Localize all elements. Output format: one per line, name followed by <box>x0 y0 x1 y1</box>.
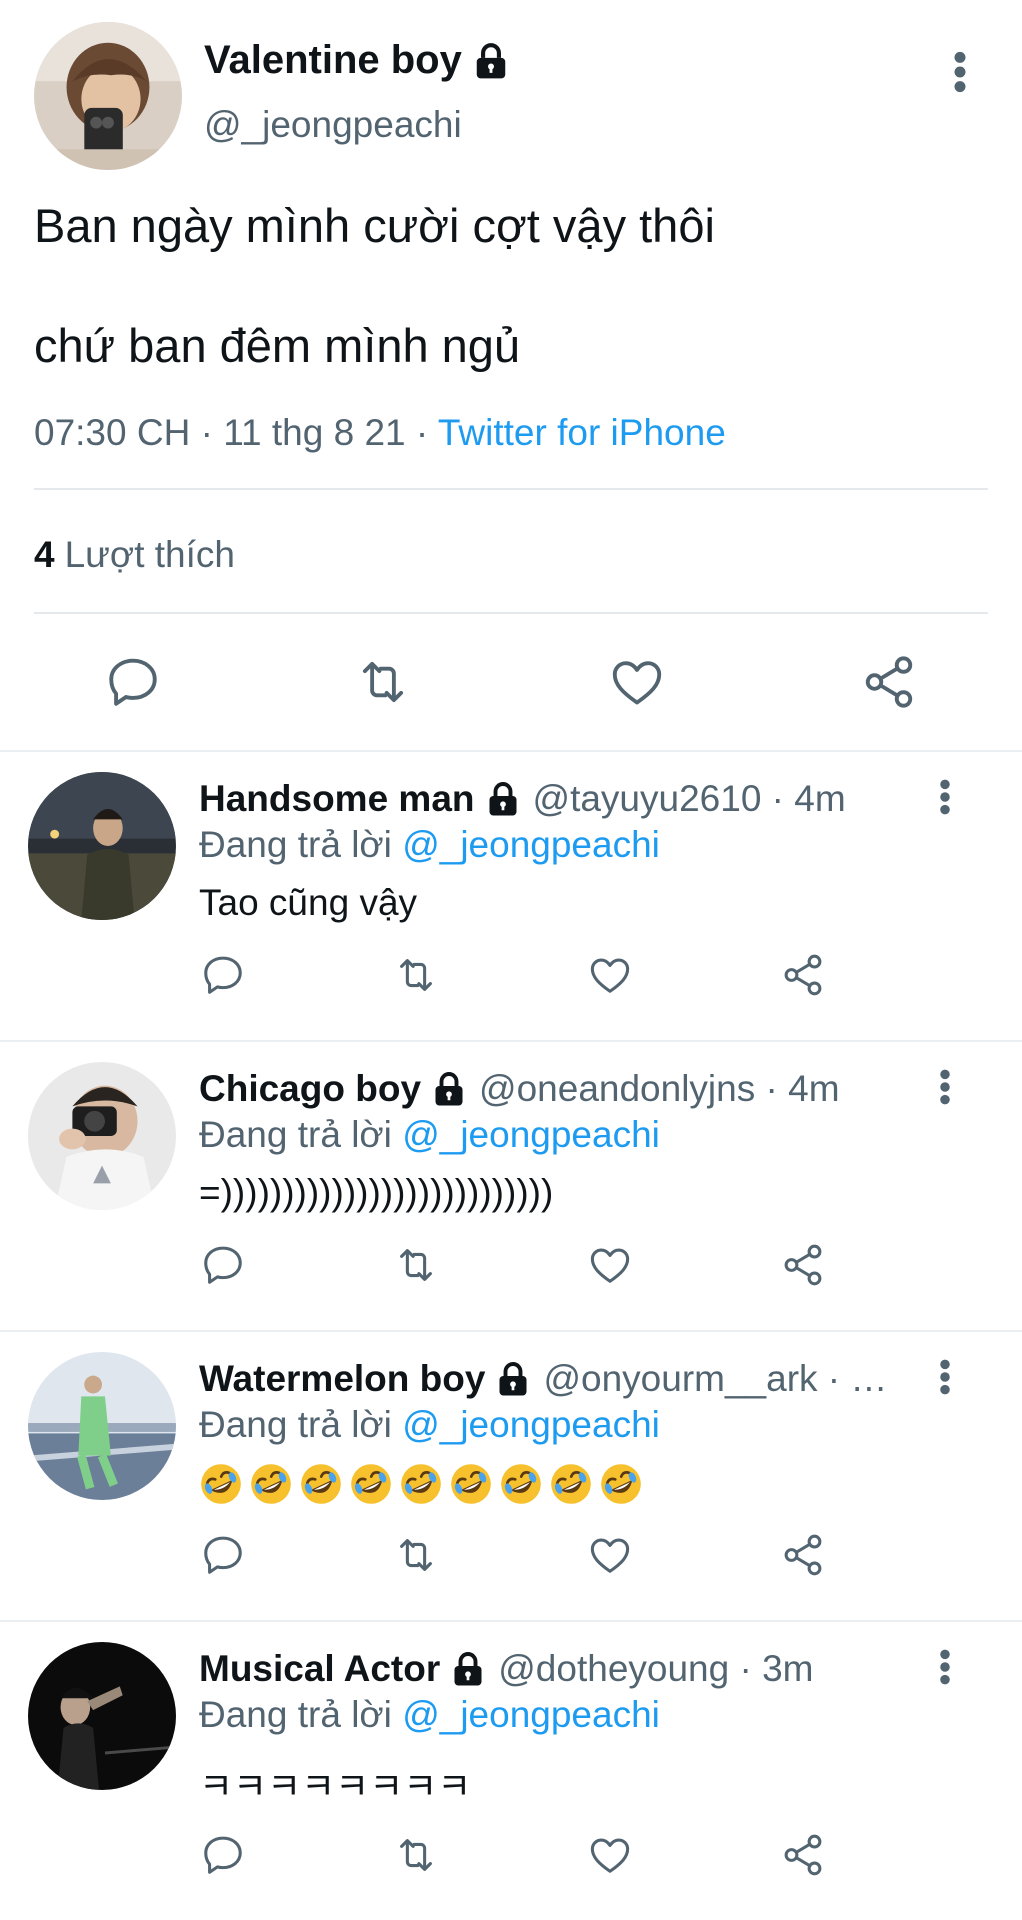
replying-label: Đang trả lời <box>199 1114 392 1155</box>
reply-text: ㅋㅋㅋㅋㅋㅋㅋㅋ <box>199 1765 472 1808</box>
lock-icon <box>431 1071 467 1107</box>
reply-icon[interactable] <box>104 653 162 711</box>
likes-count: 4 <box>34 534 55 575</box>
author-handle: @_jeongpeachi <box>204 104 462 145</box>
more-options-icon[interactable] <box>938 1648 952 1686</box>
lock-icon <box>495 1361 531 1397</box>
replying-label: Đang trả lời <box>199 1404 392 1445</box>
tweet-text-line-1: Ban ngày mình cười cợt vậy thôi <box>34 199 715 252</box>
rolling-laughing-emoji <box>199 1462 243 1506</box>
reply-avatar[interactable] <box>28 1352 176 1500</box>
reply-author-name[interactable]: Chicago boy <box>199 1068 421 1110</box>
more-options-icon[interactable] <box>938 1358 952 1396</box>
author-name: Valentine boy <box>204 38 462 82</box>
rolling-laughing-emoji <box>599 1462 643 1506</box>
retweet-icon[interactable] <box>393 952 439 998</box>
more-options-icon[interactable] <box>952 50 968 94</box>
replying-to: Đang trả lời @_jeongpeachi <box>199 1404 660 1446</box>
likes-label: Lượt thích <box>64 534 235 575</box>
reply-tweet[interactable]: Handsome man @tayuyu2610 · 4m Đang trả l… <box>0 752 1022 1042</box>
rolling-laughing-emoji <box>249 1462 293 1506</box>
more-options-icon[interactable] <box>938 1068 952 1106</box>
reply-tweet[interactable]: Musical Actor @dotheyoung · 3m Đang trả … <box>0 1622 1022 1912</box>
reply-icon[interactable] <box>200 1242 246 1288</box>
reply-icon[interactable] <box>200 1532 246 1578</box>
likes-summary[interactable]: 4 Lượt thích <box>34 534 235 576</box>
like-icon[interactable] <box>608 653 666 711</box>
more-options-icon[interactable] <box>938 778 952 816</box>
reply-header: Chicago boy @oneandonlyjns · 4m <box>199 1068 899 1110</box>
reply-handle-time: @onyourm__ark · … <box>543 1358 888 1399</box>
tweet-meta: 07:30 CH · 11 thg 8 21 · Twitter for iPh… <box>34 412 726 454</box>
share-icon[interactable] <box>780 1832 826 1878</box>
reply-icon[interactable] <box>200 1832 246 1878</box>
tweet-source-link[interactable]: Twitter for iPhone <box>438 412 726 453</box>
lock-icon <box>485 781 521 817</box>
author-avatar[interactable] <box>34 22 182 170</box>
rolling-laughing-emoji <box>399 1462 443 1506</box>
main-tweet: Valentine boy @_jeongpeachi Ban ngày mìn… <box>0 0 1022 752</box>
like-icon[interactable] <box>587 1832 633 1878</box>
reply-header: Watermelon boy @onyourm__ark · … <box>199 1358 899 1400</box>
meta-separator: · <box>415 412 429 453</box>
like-icon[interactable] <box>587 1532 633 1578</box>
like-icon[interactable] <box>587 952 633 998</box>
tweet-text-line-2: chứ ban đêm mình ngủ <box>34 319 521 372</box>
replying-to: Đang trả lời @_jeongpeachi <box>199 1694 660 1736</box>
divider <box>34 612 988 614</box>
retweet-icon[interactable] <box>393 1832 439 1878</box>
mention-link[interactable]: @_jeongpeachi <box>402 1694 660 1735</box>
reply-tweet[interactable]: Chicago boy @oneandonlyjns · 4m Đang trả… <box>0 1042 1022 1332</box>
reply-text: =))))))))))))))))))))))))))) <box>199 1172 554 1213</box>
author-name-row[interactable]: Valentine boy <box>204 38 510 83</box>
replying-label: Đang trả lời <box>199 1694 392 1735</box>
tweet-date: 11 thg 8 21 <box>223 412 406 453</box>
lock-icon <box>472 42 510 80</box>
meta-separator: · <box>200 412 213 453</box>
share-icon[interactable] <box>860 653 918 711</box>
reply-avatar[interactable] <box>28 1062 176 1210</box>
share-icon[interactable] <box>780 952 826 998</box>
replying-label: Đang trả lời <box>199 824 392 865</box>
retweet-icon[interactable] <box>354 653 412 711</box>
tweet-time: 07:30 CH <box>34 412 191 453</box>
reply-header: Musical Actor @dotheyoung · 3m <box>199 1648 899 1690</box>
replying-to: Đang trả lời @_jeongpeachi <box>199 824 660 866</box>
share-icon[interactable] <box>780 1242 826 1288</box>
lock-icon <box>450 1651 486 1687</box>
rolling-laughing-emoji <box>499 1462 543 1506</box>
replying-to: Đang trả lời @_jeongpeachi <box>199 1114 660 1156</box>
reply-author-name[interactable]: Handsome man <box>199 778 475 820</box>
mention-link[interactable]: @_jeongpeachi <box>402 824 660 865</box>
reply-tweet[interactable]: Watermelon boy @onyourm__ark · … Đang tr… <box>0 1332 1022 1622</box>
rolling-laughing-emoji <box>349 1462 393 1506</box>
retweet-icon[interactable] <box>393 1242 439 1288</box>
mention-link[interactable]: @_jeongpeachi <box>402 1114 660 1155</box>
share-icon[interactable] <box>780 1532 826 1578</box>
reply-handle-time: @oneandonlyjns · 4m <box>479 1068 840 1109</box>
rolling-laughing-emoji <box>549 1462 593 1506</box>
mention-link[interactable]: @_jeongpeachi <box>402 1404 660 1445</box>
reply-avatar[interactable] <box>28 772 176 920</box>
reply-avatar[interactable] <box>28 1642 176 1790</box>
divider <box>34 488 988 490</box>
reply-handle-time: @tayuyu2610 · 4m <box>532 778 846 819</box>
reply-author-name[interactable]: Musical Actor <box>199 1648 440 1690</box>
rolling-laughing-emoji <box>449 1462 493 1506</box>
reply-text: Tao cũng vậy <box>199 882 418 923</box>
reply-handle-time: @dotheyoung · 3m <box>498 1648 814 1689</box>
reply-header: Handsome man @tayuyu2610 · 4m <box>199 778 899 820</box>
retweet-icon[interactable] <box>393 1532 439 1578</box>
reply-emoji-row <box>199 1462 643 1506</box>
reply-author-name[interactable]: Watermelon boy <box>199 1358 485 1400</box>
like-icon[interactable] <box>587 1242 633 1288</box>
rolling-laughing-emoji <box>299 1462 343 1506</box>
reply-icon[interactable] <box>200 952 246 998</box>
